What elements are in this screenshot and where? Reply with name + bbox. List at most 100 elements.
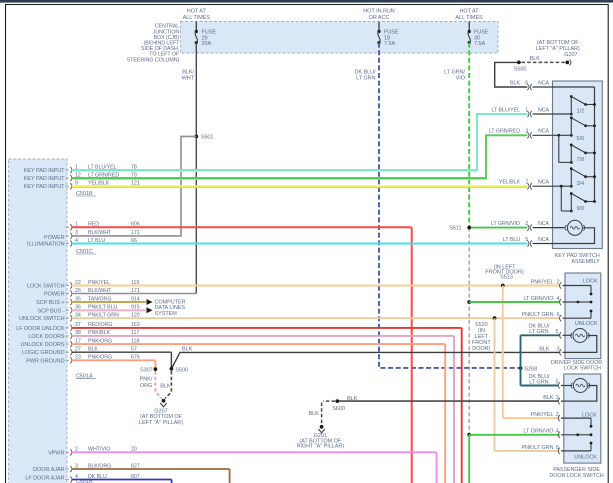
svg-text:S501: S501 (201, 135, 214, 141)
svg-text:LOCK: LOCK (582, 412, 597, 418)
svg-text:2: 2 (556, 412, 559, 418)
svg-text:LT BLU/YEL: LT BLU/YEL (492, 107, 521, 113)
svg-text:BLK: BLK (160, 384, 171, 390)
svg-text:NCA: NCA (538, 180, 550, 186)
svg-text:NCA: NCA (538, 129, 550, 135)
svg-text:S500: S500 (514, 66, 527, 72)
svg-text:KEY PAD INPUT: KEY PAD INPUT (24, 184, 65, 190)
svg-text:20A: 20A (202, 41, 212, 47)
svg-text:BLK: BLK (182, 346, 193, 352)
svg-text:ORG: ORG (140, 383, 152, 389)
svg-text:SCP BUS -: SCP BUS - (38, 308, 65, 314)
svg-text:LF DOOR UNLOCK: LF DOOR UNLOCK (16, 326, 65, 332)
svg-text:7/8: 7/8 (577, 157, 585, 163)
svg-text:NCA: NCA (538, 80, 550, 86)
svg-text:KEY PAD INPUT: KEY PAD INPUT (24, 176, 65, 182)
svg-text:LT GRN: LT GRN (356, 76, 375, 82)
svg-text:LOCK DOORS: LOCK DOORS (28, 334, 65, 340)
svg-text:LT BLU: LT BLU (503, 237, 520, 243)
svg-text:POWER: POWER (44, 292, 65, 298)
svg-text:PNK/LT GRN: PNK/LT GRN (522, 445, 554, 451)
svg-text:S268: S268 (525, 367, 538, 373)
svg-text:7.5A: 7.5A (384, 41, 395, 47)
svg-text:5: 5 (525, 237, 528, 243)
svg-text:BLK: BLK (539, 346, 550, 352)
svg-text:LOCK: LOCK (583, 278, 598, 284)
svg-text:VIO: VIO (456, 76, 466, 82)
svg-text:171: 171 (131, 230, 140, 236)
svg-text:PNK/YEL: PNK/YEL (531, 412, 554, 418)
svg-text:ALL TIMES: ALL TIMES (183, 15, 211, 21)
svg-text:3/4: 3/4 (577, 181, 585, 187)
svg-text:DOOR LOCK SWITCH: DOOR LOCK SWITCH (549, 473, 603, 479)
svg-text:5/6: 5/6 (577, 136, 585, 142)
svg-text:PNK/: PNK/ (140, 377, 153, 383)
svg-text:2: 2 (557, 279, 560, 285)
svg-text:LOCK SWITCH: LOCK SWITCH (564, 366, 601, 372)
svg-text:3: 3 (556, 395, 559, 401)
svg-text:BLK: BLK (510, 80, 520, 86)
svg-text:7.5A: 7.5A (474, 41, 485, 47)
svg-text:KEY PAD SWITCH: KEY PAD SWITCH (555, 253, 600, 259)
svg-text:ALL TIMES: ALL TIMES (455, 15, 483, 21)
svg-text:UNLOCK: UNLOCK (574, 454, 597, 460)
svg-text:PNK/YEL: PNK/YEL (531, 279, 554, 285)
svg-text:LOGIC GROUND: LOGIC GROUND (22, 350, 65, 356)
svg-text:LOCK SWITCH: LOCK SWITCH (27, 284, 65, 290)
svg-text:3: 3 (557, 346, 560, 352)
svg-text:4: 4 (557, 296, 560, 302)
svg-text:UNLOCK DOORS: UNLOCK DOORS (20, 342, 64, 348)
svg-text:LT GRN/VIO: LT GRN/VIO (491, 221, 520, 227)
svg-text:NCA: NCA (538, 237, 550, 243)
svg-text:4: 4 (556, 429, 559, 435)
svg-text:UNLOCK SWITCH: UNLOCK SWITCH (19, 316, 65, 322)
svg-text:S511: S511 (449, 226, 461, 232)
svg-text:3: 3 (75, 230, 78, 236)
svg-text:SCP BUS +: SCP BUS + (36, 300, 64, 306)
svg-text:6: 6 (556, 445, 559, 451)
svg-text:S600: S600 (332, 406, 345, 412)
svg-text:DOOR): DOOR) (472, 346, 490, 352)
svg-text:1: 1 (525, 107, 528, 113)
svg-text:LF DOOR AJAR: LF DOOR AJAR (25, 475, 64, 481)
svg-text:BLK: BLK (530, 56, 541, 62)
svg-text:VPWR: VPWR (48, 450, 64, 456)
svg-text:YEL/BLK: YEL/BLK (499, 180, 521, 186)
svg-text:NCA: NCA (538, 107, 550, 113)
svg-text:G207: G207 (564, 52, 577, 58)
svg-text:ASSEMBLY: ASSEMBLY (571, 259, 600, 265)
svg-text:S500: S500 (175, 367, 188, 373)
svg-text:(AT BOTTOM OF: (AT BOTTOM OF (537, 40, 580, 46)
svg-text:2: 2 (525, 221, 528, 227)
svg-text:HOT IN RUN: HOT IN RUN (363, 9, 395, 15)
svg-text:KEY PAD INPUT: KEY PAD INPUT (24, 168, 65, 174)
svg-text:OR ACC: OR ACC (369, 15, 390, 21)
svg-text:HOT AT: HOT AT (187, 9, 207, 15)
svg-text:LT GRN/VIO: LT GRN/VIO (523, 429, 554, 435)
svg-text:ILLUMINATION: ILLUMINATION (27, 242, 65, 248)
svg-text:1/2: 1/2 (577, 108, 585, 114)
svg-text:9/0: 9/0 (577, 206, 585, 212)
svg-text:BLK: BLK (543, 395, 554, 401)
svg-text:POWER: POWER (44, 235, 65, 241)
svg-text:LT GRN/RED: LT GRN/RED (489, 129, 520, 135)
svg-text:S513: S513 (500, 274, 513, 280)
svg-text:5: 5 (556, 379, 559, 385)
svg-text:LT GRN: LT GRN (529, 379, 548, 385)
svg-text:SYSTEM: SYSTEM (155, 311, 178, 317)
svg-text:BLK/WHT: BLK/WHT (88, 230, 112, 236)
svg-text:LEFT "A" PILLAR): LEFT "A" PILLAR) (139, 420, 183, 426)
svg-text:NCA: NCA (538, 221, 550, 227)
svg-text:WHT: WHT (182, 76, 195, 82)
svg-text:7: 7 (525, 180, 528, 186)
svg-text:HOT AT: HOT AT (459, 9, 479, 15)
svg-text:LT GRN/VIO: LT GRN/VIO (523, 296, 554, 302)
svg-text:LT GRN: LT GRN (529, 329, 548, 335)
svg-text:PNK/LT GRN: PNK/LT GRN (522, 312, 554, 318)
svg-text:S307: S307 (140, 367, 153, 373)
svg-text:BLK: BLK (309, 411, 320, 417)
svg-text:5: 5 (556, 329, 559, 335)
svg-text:3: 3 (525, 129, 528, 135)
svg-text:STEERING COLUMN): STEERING COLUMN) (127, 57, 180, 63)
svg-text:RIGHT "A" PILLAR): RIGHT "A" PILLAR) (297, 444, 345, 450)
